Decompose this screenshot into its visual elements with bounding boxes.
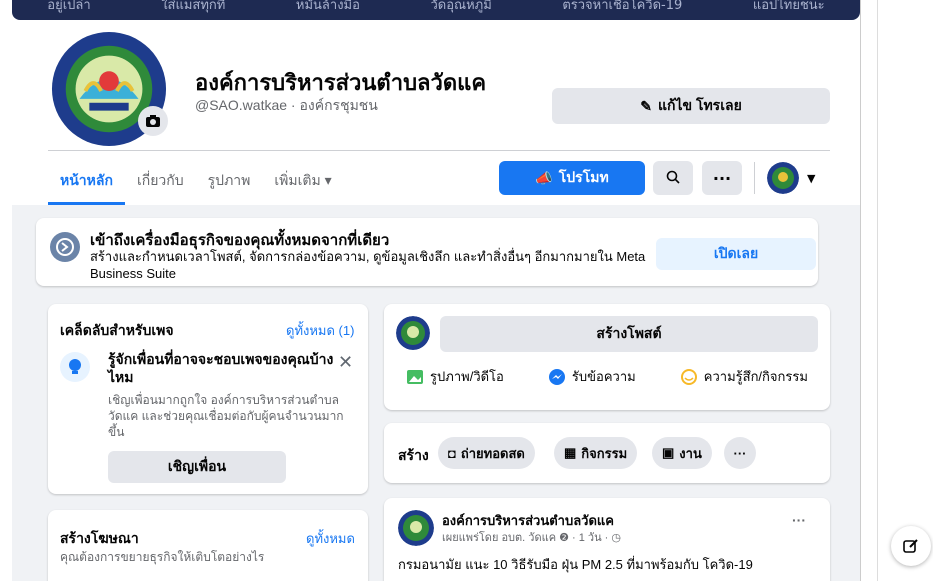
- lightbulb-icon: [60, 352, 90, 382]
- create-ad-card: สร้างโฆษณา ดูทั้งหมด คุณต้องการขยายธุรกิ…: [48, 510, 368, 581]
- tab-about[interactable]: เกี่ยวกับ: [125, 160, 196, 200]
- search-icon: [666, 169, 680, 188]
- create-ad-desc: คุณต้องการขยายธุรกิจให้เติบโตอย่างไร: [60, 550, 265, 564]
- business-suite-icon: [50, 232, 80, 262]
- page-header: องค์การบริหารส่วนตำบลวัดแค @SAO.watkae ·…: [12, 20, 860, 205]
- cover-photo[interactable]: อยู่เปล่า ใส่แมสทุกที่ หมั่นล้างมือ วัดอ…: [12, 0, 860, 20]
- megaphone-icon: 📣: [535, 169, 553, 186]
- post-meta: เผยแพร่โดย อบต. วัดแค ❷ · 1 วัน · ◷: [442, 532, 622, 544]
- tab-more[interactable]: เพิ่มเติม ▾: [262, 160, 343, 200]
- photo-icon: [407, 369, 424, 384]
- tips-title: เคล็ดลับสำหรับเพจ: [60, 322, 174, 338]
- header-divider: [48, 150, 830, 151]
- open-suite-button[interactable]: เปิดเลย: [656, 238, 816, 270]
- pencil-icon: ✎: [640, 97, 652, 114]
- smiley-icon: [680, 368, 697, 385]
- briefcase-icon: ▣: [662, 445, 675, 460]
- cover-item: ใส่แมสทุกที่: [161, 0, 226, 13]
- post-text: กรมอนามัย แนะ 10 วิธีรับมือ ฝุ่น PM 2.5 …: [398, 557, 753, 572]
- get-messages-label: รับข้อความ: [571, 369, 636, 384]
- page-tips-card: เคล็ดลับสำหรับเพจ ดูทั้งหมด (1) รู้จักเพ…: [48, 304, 368, 494]
- tab-photos[interactable]: รูปภาพ: [196, 160, 263, 200]
- post-options-icon[interactable]: ···: [792, 512, 806, 528]
- cover-item: หมั่นล้างมือ: [295, 0, 360, 13]
- page-handle: @SAO.watkae · องค์กรชุมชน: [195, 97, 378, 113]
- post-card: องค์การบริหารส่วนตำบลวัดแค เผยแพร่โดย อบ…: [384, 498, 830, 581]
- cover-item: อยู่เปล่า: [47, 0, 91, 13]
- search-button[interactable]: [653, 161, 693, 195]
- page: อยู่เปล่า ใส่แมสทุกที่ หมั่นล้างมือ วัดอ…: [0, 0, 933, 581]
- photo-video-button[interactable]: รูปภาพ/วิดีโอ: [406, 366, 504, 387]
- more-options-button[interactable]: ···: [702, 161, 742, 195]
- create-post-card: สร้างโพสต์ รูปภาพ/วิดีโอ รับข้อความ ความ…: [384, 304, 830, 410]
- more-shortcuts-button[interactable]: ···: [724, 437, 756, 469]
- photo-video-label: รูปภาพ/วิดีโอ: [430, 369, 504, 384]
- feeling-activity-button[interactable]: ความรู้สึก/กิจกรรม: [680, 366, 808, 387]
- new-message-button[interactable]: [891, 526, 931, 566]
- ads-see-all-link[interactable]: ดูทั้งหมด: [306, 528, 355, 549]
- promote-button[interactable]: 📣 โปรโมท: [499, 161, 645, 195]
- cover-item: ตรวจหาเชื้อโควิด-19: [562, 0, 683, 13]
- job-label: งาน: [679, 445, 702, 461]
- cover-item: แอปไทยชนะ: [752, 0, 825, 13]
- event-button[interactable]: ▦ กิจกรรม: [554, 437, 638, 469]
- create-ad-title: สร้างโฆษณา: [60, 530, 139, 546]
- scrollbar-track: [860, 0, 861, 581]
- promote-label: โปรโมท: [558, 169, 609, 185]
- messenger-icon: [548, 368, 565, 385]
- caret-down-icon[interactable]: ▼: [807, 172, 815, 185]
- post-author-avatar[interactable]: [398, 510, 434, 546]
- tab-home[interactable]: หน้าหลัก: [48, 160, 125, 205]
- business-suite-card: เข้าถึงเครื่องมือธุรกิจของคุณทั้งหมดจากท…: [36, 218, 818, 286]
- create-post-button[interactable]: สร้างโพสต์: [440, 316, 818, 352]
- job-button[interactable]: ▣ งาน: [652, 437, 712, 469]
- business-suite-desc: สร้างและกำหนดเวลาโพสต์, จัดการกล่องข้อคว…: [90, 249, 646, 281]
- live-video-button[interactable]: ◘ ถ่ายทอดสด: [438, 437, 535, 469]
- live-icon: ◘: [448, 445, 456, 461]
- camera-icon[interactable]: [138, 106, 168, 136]
- tips-see-all-link[interactable]: ดูทั้งหมด (1): [286, 320, 354, 341]
- create-label: สร้าง: [398, 447, 429, 463]
- page-avatar-switch[interactable]: [767, 162, 799, 194]
- nav-separator: [754, 162, 755, 194]
- cover-item: วัดอุณหภูมิ: [430, 0, 492, 13]
- edit-call-label: แก้ไข โทรเลย: [657, 97, 742, 113]
- feeling-activity-label: ความรู้สึก/กิจกรรม: [703, 369, 808, 384]
- tip-description: เชิญเพื่อนมากถูกใจ องค์การบริหารส่วนตำบล…: [108, 393, 344, 439]
- compose-icon: [903, 539, 918, 553]
- page-avatar[interactable]: [396, 316, 430, 350]
- edit-call-button[interactable]: ✎ แก้ไข โทรเลย: [552, 88, 830, 124]
- get-messages-button[interactable]: รับข้อความ: [548, 366, 636, 387]
- calendar-icon: ▦: [564, 445, 577, 460]
- event-label: กิจกรรม: [581, 445, 628, 461]
- live-video-label: ถ่ายทอดสด: [460, 445, 525, 461]
- ellipsis-icon: ···: [712, 168, 732, 188]
- invite-friends-button[interactable]: เชิญเพื่อน: [108, 451, 286, 483]
- right-panel: [877, 0, 933, 581]
- close-icon[interactable]: ✕: [338, 352, 353, 373]
- page-tabs: หน้าหลัก เกี่ยวกับ รูปภาพ เพิ่มเติม ▾: [48, 160, 344, 205]
- tip-title: รู้จักเพื่อนที่อาจจะชอบเพจของคุณบ้างไหม: [108, 351, 334, 385]
- create-shortcuts-card: สร้าง ◘ ถ่ายทอดสด ▦ กิจกรรม ▣ งาน ···: [384, 423, 830, 483]
